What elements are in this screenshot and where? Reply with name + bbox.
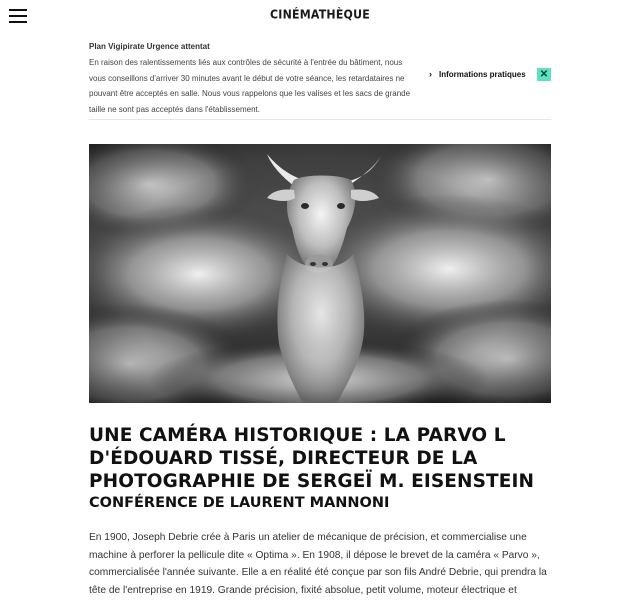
article-subtitle: CONFÉRENCE DE LAURENT MANNONI (89, 495, 390, 511)
article-body: En 1900, Joseph Debrie crée à Paris un a… (89, 532, 547, 596)
alert-text: En raison des ralentissements liés aux c… (89, 58, 411, 114)
site-logo[interactable]: CINÉMATHÈQUE (0, 7, 640, 22)
alert-title: Plan Vigipirate Urgence attentat (89, 42, 210, 51)
hero-image (89, 144, 551, 403)
security-alert-banner: Plan Vigipirate Urgence attentat En rais… (89, 40, 551, 120)
chevron-right-icon: › (429, 69, 432, 79)
practical-info-link[interactable]: › Informations pratiques (429, 69, 526, 79)
bull-in-clouds-photo (89, 144, 551, 403)
close-alert-button[interactable]: ✕ (537, 68, 551, 81)
top-bar: CINÉMATHÈQUE (0, 0, 640, 34)
practical-info-label: Informations pratiques (439, 70, 526, 79)
article-title: UNE CAMÉRA HISTORIQUE : LA PARVO L D'ÉDO… (89, 425, 535, 492)
